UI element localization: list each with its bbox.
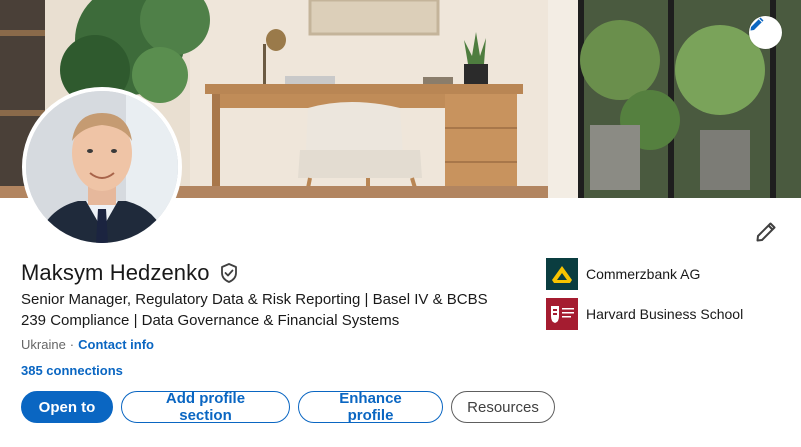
verified-shield-icon[interactable] [218, 262, 240, 284]
profile-headline: Senior Manager, Regulatory Data & Risk R… [21, 289, 521, 331]
contact-info-link[interactable]: Contact info [78, 337, 154, 352]
harvard-logo [546, 298, 578, 330]
edit-banner-button[interactable] [749, 16, 782, 49]
enhance-profile-button[interactable]: Enhance profile [298, 390, 443, 424]
connections-link[interactable]: 385 connections [21, 363, 123, 378]
location-row: Ukraine · Contact info [21, 337, 154, 352]
headline-line-1: Senior Manager, Regulatory Data & Risk R… [21, 291, 488, 308]
headline-line-2: 239 Compliance | Data Governance & Finan… [21, 312, 400, 329]
add-profile-section-button[interactable]: Add profile section [121, 390, 290, 424]
commerzbank-logo [546, 258, 578, 290]
name-row: Maksym Hedzenko [21, 260, 240, 286]
current-company[interactable]: Commerzbank AG [546, 258, 700, 290]
profile-actions: Open to Add profile section Enhance prof… [21, 390, 555, 424]
separator: · [69, 337, 75, 352]
pencil-icon [750, 17, 764, 31]
company-name: Commerzbank AG [586, 266, 701, 282]
school-name: Harvard Business School [586, 306, 744, 322]
edit-profile-button[interactable] [752, 218, 780, 246]
open-to-button[interactable]: Open to [21, 391, 113, 423]
location-text: Ukraine [21, 337, 66, 352]
avatar[interactable] [22, 87, 182, 247]
pencil-icon [756, 222, 776, 242]
profile-photo [26, 91, 178, 243]
education-school[interactable]: Harvard Business School [546, 298, 743, 330]
resources-button[interactable]: Resources [451, 391, 555, 423]
profile-name: Maksym Hedzenko [21, 260, 210, 285]
